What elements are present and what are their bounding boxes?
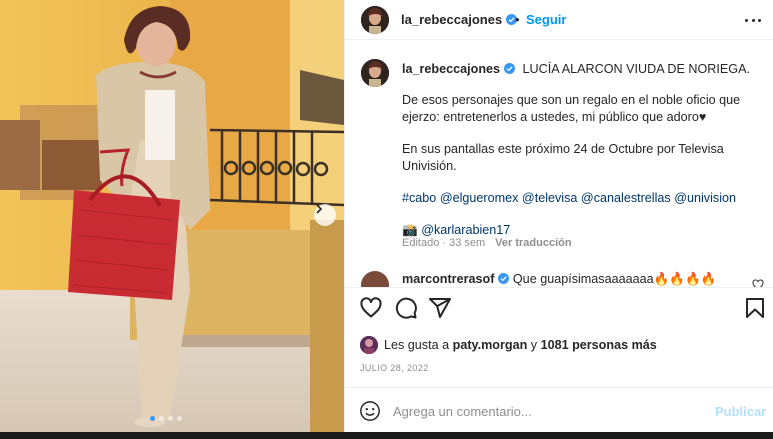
likes-others-link[interactable]: 1081 personas más xyxy=(541,338,657,352)
carousel-next-button[interactable] xyxy=(314,204,336,226)
liker-username[interactable]: paty.morgan xyxy=(453,338,528,352)
more-dot xyxy=(745,18,748,22)
post-photo xyxy=(0,0,344,432)
likes-prefix: Les gusta a xyxy=(384,338,450,352)
caption-paragraph-1: De esos personajes que son un regalo en … xyxy=(402,93,741,124)
post-details-panel: la_rebeccajones • Seguir la_rebeccajones… xyxy=(344,0,773,432)
mention-link[interactable]: @karlarabien17 xyxy=(421,223,510,237)
post-date[interactable]: JULIO 28, 2022 xyxy=(360,363,429,373)
carousel-dot xyxy=(159,416,164,421)
comments-section[interactable]: la_rebeccajones LUCÍA ALARCON VIUDA DE N… xyxy=(345,41,773,288)
heart-icon[interactable] xyxy=(359,296,383,320)
page-bottom-strip xyxy=(0,432,773,439)
add-comment-bar: Publicar xyxy=(345,387,773,432)
translate-button[interactable]: Ver traducción xyxy=(495,237,571,249)
more-dot xyxy=(758,18,761,22)
carousel-dot xyxy=(150,416,155,421)
commenter-avatar[interactable] xyxy=(361,271,389,287)
more-dot xyxy=(751,18,755,22)
author-username-text: la_rebeccajones xyxy=(401,12,503,27)
caption-username-text: la_rebeccajones xyxy=(402,62,501,76)
avatar-image xyxy=(361,59,389,87)
chevron-right-icon xyxy=(316,204,323,214)
header-separator: • xyxy=(515,12,520,27)
post-media[interactable] xyxy=(0,0,344,432)
caption-title: LUCÍA ALARCON VIUDA DE NORIEGA. xyxy=(522,62,750,76)
liker-avatar[interactable] xyxy=(360,336,378,354)
caption-meta: Editado · 33 sem Ver traducción xyxy=(402,237,572,249)
post-actions xyxy=(345,296,773,326)
mention-link[interactable]: @univision xyxy=(674,191,736,205)
follow-button[interactable]: Seguir xyxy=(526,12,566,27)
carousel-dot xyxy=(177,416,182,421)
comment-username[interactable]: marcontrerasof xyxy=(402,272,494,286)
likes-summary: Les gusta a paty.morgan y 1081 personas … xyxy=(360,336,657,354)
author-username[interactable]: la_rebeccajones xyxy=(401,12,518,27)
more-options-icon[interactable] xyxy=(745,13,761,27)
smiley-icon[interactable] xyxy=(359,400,381,422)
caption-paragraph-2: En sus pantallas este próximo 24 de Octu… xyxy=(402,142,724,173)
comment-text: Que guapísimasaaaaaaa🔥🔥🔥🔥 xyxy=(512,272,717,286)
carousel-dot xyxy=(168,416,173,421)
comment-input[interactable] xyxy=(393,400,693,422)
comment-like-icon[interactable] xyxy=(752,279,764,288)
bookmark-icon[interactable] xyxy=(743,296,767,320)
camera-icon: 📸 xyxy=(402,223,418,237)
mention-link[interactable]: @canalestrellas xyxy=(581,191,671,205)
edited-timestamp: Editado · 33 sem xyxy=(402,237,486,249)
publish-button[interactable]: Publicar xyxy=(715,404,766,419)
caption-hashtags: #cabo @elgueromex @televisa @canalestrel… xyxy=(402,190,764,207)
comment-icon[interactable] xyxy=(394,296,418,320)
caption-username[interactable]: la_rebeccajones xyxy=(402,62,516,76)
carousel-indicator xyxy=(150,416,182,421)
share-icon[interactable] xyxy=(428,296,452,320)
mention-link[interactable]: @televisa xyxy=(522,191,578,205)
verified-badge-icon xyxy=(504,63,516,74)
author-avatar[interactable] xyxy=(361,6,389,34)
comment-item: marcontrerasof Que guapísimasaaaaaaa🔥🔥🔥🔥 xyxy=(402,272,716,287)
avatar-image xyxy=(361,6,389,34)
avatar-image xyxy=(360,336,378,354)
caption-author-avatar[interactable] xyxy=(361,59,389,87)
hashtag-link[interactable]: #cabo xyxy=(402,191,436,205)
caption-title-line: la_rebeccajones LUCÍA ALARCON VIUDA DE N… xyxy=(402,61,764,78)
post-header: la_rebeccajones • Seguir xyxy=(345,0,773,40)
mention-link[interactable]: @elgueromex xyxy=(440,191,519,205)
verified-badge-icon xyxy=(498,273,510,284)
post-caption: la_rebeccajones LUCÍA ALARCON VIUDA DE N… xyxy=(402,61,764,254)
likes-connector: y xyxy=(530,338,538,352)
